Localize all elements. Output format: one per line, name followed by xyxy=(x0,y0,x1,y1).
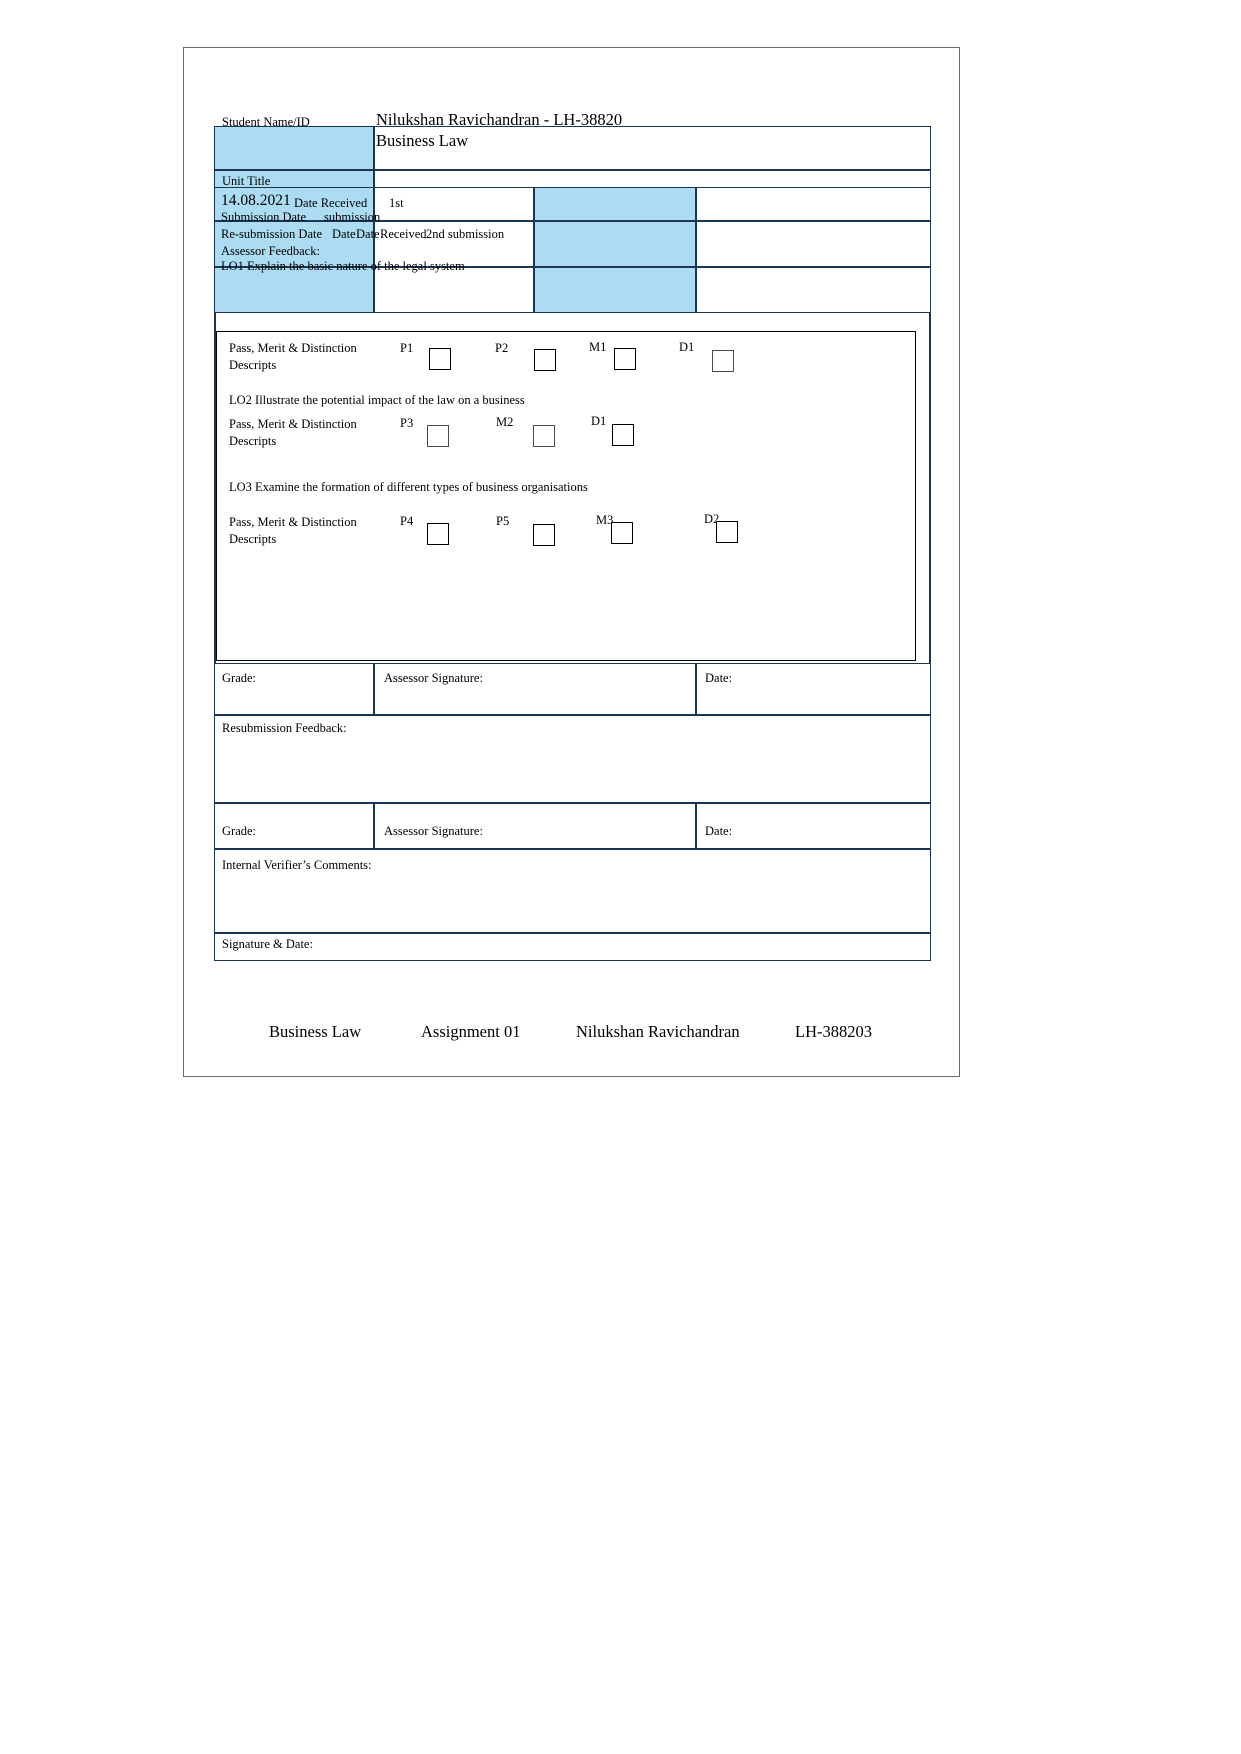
header-cell-resubmission-blue-mid xyxy=(534,221,696,267)
lo2-checkbox-d1[interactable] xyxy=(612,424,634,446)
date-label-1: Date: xyxy=(705,671,733,685)
header-cell-resubmission-right xyxy=(696,221,931,267)
lo2-descriptor-label-line2: Descripts xyxy=(229,434,277,448)
header-cell-lo1-blue-mid xyxy=(534,267,696,313)
date-received-2nd-label: Received xyxy=(380,227,427,241)
lo1-checkbox-p2[interactable] xyxy=(534,349,556,371)
resubmission-date-label: Re-submission Date xyxy=(221,227,323,241)
lo2-code-d1: D1 xyxy=(591,414,607,428)
lo3-descriptor-label-line1: Pass, Merit & Distinction xyxy=(229,515,357,529)
lo3-descriptor-label-line2: Descripts xyxy=(229,532,277,546)
lo1-code-p2: P2 xyxy=(495,341,509,355)
unit-title-label: Unit Title xyxy=(222,174,271,188)
lo2-checkbox-m2[interactable] xyxy=(533,425,555,447)
date-label-inline: Date xyxy=(332,227,356,241)
header-cell-submission-blue-mid xyxy=(534,187,696,221)
grade-label-2: Grade: xyxy=(222,824,257,838)
lo1-checkbox-p1[interactable] xyxy=(429,348,451,370)
lo1-code-m1: M1 xyxy=(589,340,607,354)
criteria-panel xyxy=(216,331,916,661)
resubmission-feedback-label: Resubmission Feedback: xyxy=(222,721,347,735)
header-cell-lo1-mid xyxy=(374,267,534,313)
date-label-inline-2: Date xyxy=(356,227,380,241)
footer-student-id: LH-388203 xyxy=(795,1022,872,1041)
body-right-rail xyxy=(929,313,931,663)
student-name-id-label: Student Name/ID xyxy=(222,115,310,129)
lo2-code-m2: M2 xyxy=(496,415,514,429)
lo1-code-d1: D1 xyxy=(679,340,695,354)
lo3-checkbox-d2[interactable] xyxy=(716,521,738,543)
first-submission-label: 1st xyxy=(389,196,404,210)
header-cell-student-label-blue xyxy=(214,126,374,170)
document-page: Student Name/ID Nilukshan Ravichandran -… xyxy=(183,47,960,1077)
body-left-rail xyxy=(214,313,216,663)
lo2-checkbox-p3[interactable] xyxy=(427,425,449,447)
footer-assignment: Assignment 01 xyxy=(421,1022,521,1041)
assessor-signature-label-2: Assessor Signature: xyxy=(384,824,483,838)
lo2-descriptor-label-line1: Pass, Merit & Distinction xyxy=(229,417,357,431)
lo1-descriptor-label-line2: Descripts xyxy=(229,358,277,372)
lo3-title: LO3 Examine the formation of different t… xyxy=(229,480,588,494)
lo3-checkbox-p5[interactable] xyxy=(533,524,555,546)
lo3-checkbox-p4[interactable] xyxy=(427,523,449,545)
lo1-checkbox-m1[interactable] xyxy=(614,348,636,370)
submission-word-top: submission xyxy=(324,210,381,224)
grade-label-1: Grade: xyxy=(222,671,257,685)
student-name-id-value: Nilukshan Ravichandran - LH-38820 xyxy=(376,110,623,129)
date-received-label: Date Received xyxy=(294,196,368,210)
assessor-feedback-label: Assessor Feedback: xyxy=(221,244,320,258)
lo1-descriptor-label-line1: Pass, Merit & Distinction xyxy=(229,341,357,355)
footer-student-name: Nilukshan Ravichandran xyxy=(576,1022,740,1041)
lo1-title: LO1 Explain the basic nature of the lega… xyxy=(221,259,465,273)
lo3-checkbox-m3[interactable] xyxy=(611,522,633,544)
submission-date-value: 14.08.2021 xyxy=(221,192,291,209)
lo1-code-p1: P1 xyxy=(400,341,414,355)
submission-date-label: Submission Date xyxy=(221,210,307,224)
header-cell-submission-right xyxy=(696,187,931,221)
date-label-2: Date: xyxy=(705,824,733,838)
footer-unit: Business Law xyxy=(269,1022,362,1041)
lo3-code-p5: P5 xyxy=(496,514,510,528)
lo1-checkbox-d1[interactable] xyxy=(712,350,734,372)
signature-and-date-label: Signature & Date: xyxy=(222,937,313,951)
second-submission-label: 2nd submission xyxy=(426,227,505,241)
lo2-code-p3: P3 xyxy=(400,416,414,430)
unit-title-value: Business Law xyxy=(376,131,469,150)
signature-and-date-cell xyxy=(214,933,931,961)
lo3-code-p4: P4 xyxy=(400,514,414,528)
assessor-signature-label-1: Assessor Signature: xyxy=(384,671,483,685)
header-cell-lo1-right xyxy=(696,267,931,313)
lo2-title: LO2 Illustrate the potential impact of t… xyxy=(229,393,525,407)
header-cell-lo1-blue xyxy=(214,267,374,313)
internal-verifier-comments-label: Internal Verifier’s Comments: xyxy=(222,858,372,872)
